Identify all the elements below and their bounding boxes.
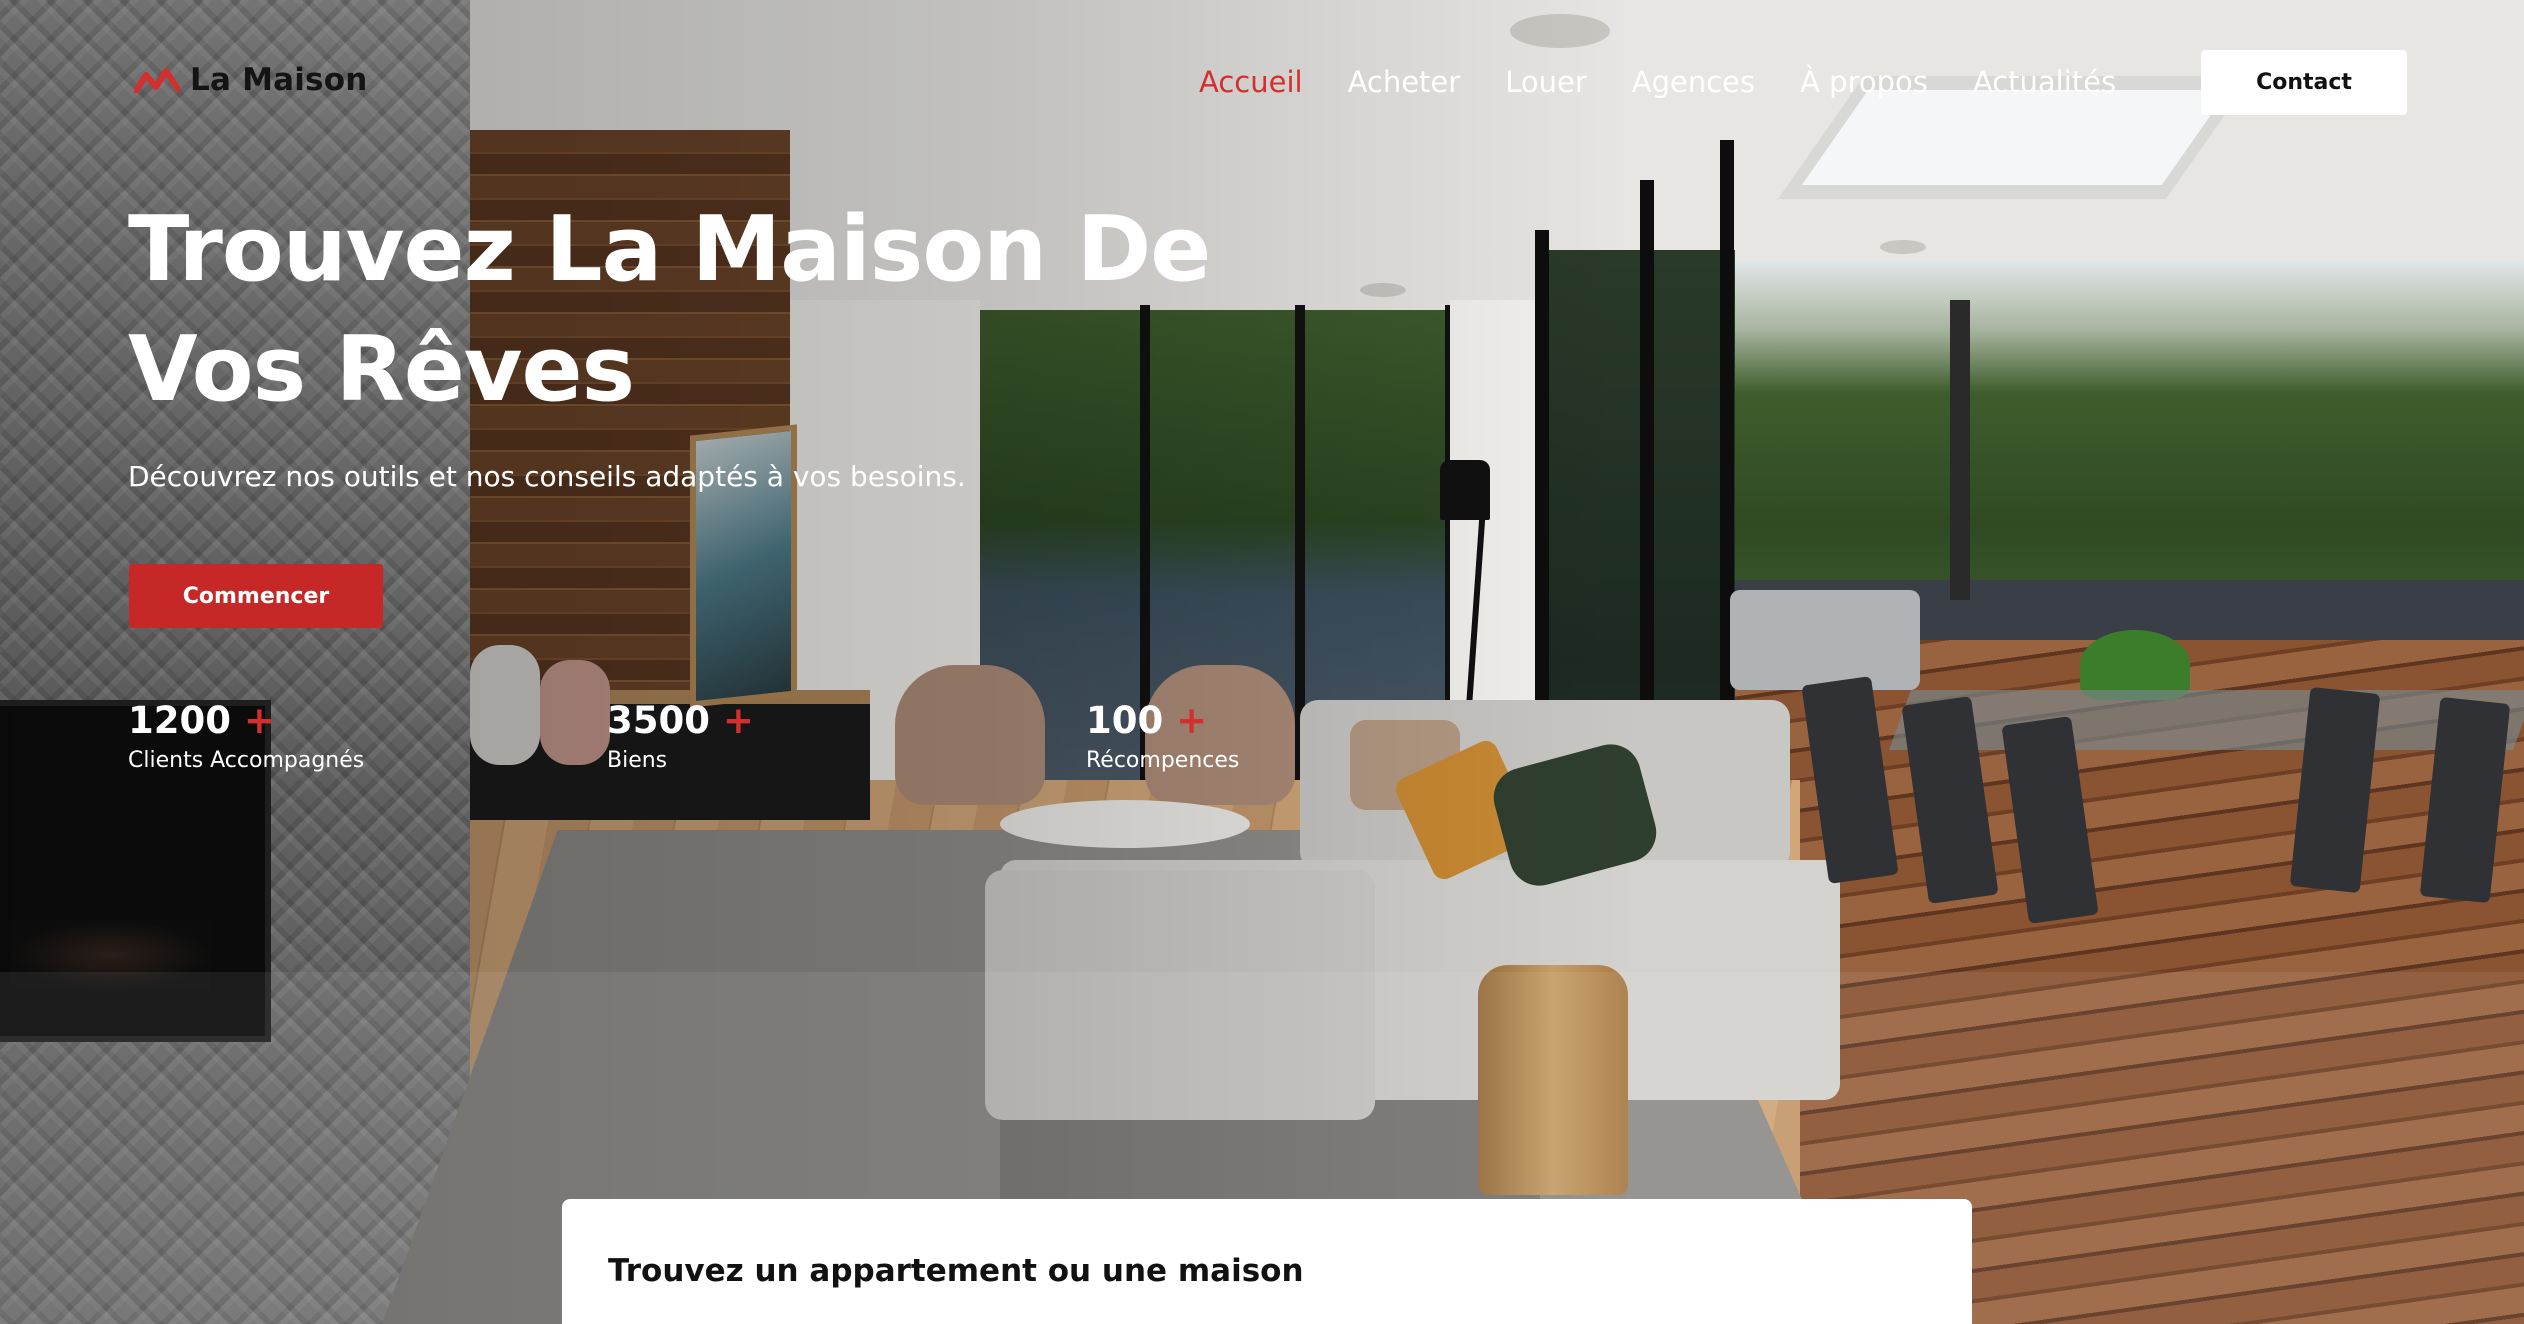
plus-icon: + <box>243 699 275 742</box>
hero-title: Trouvez La Maison De Vos Rêves <box>128 197 1211 422</box>
logo[interactable]: La Maison <box>134 62 367 98</box>
stat-biens: 3500 + Biens <box>607 698 947 773</box>
nav-item-accueil[interactable]: Accueil <box>1199 60 1303 104</box>
stat-clients: 1200 + Clients Accompagnés <box>128 698 468 773</box>
main-nav: Accueil Acheter Louer Agences À propos A… <box>1199 60 2116 104</box>
stat-recompenses: 100 + Récompences <box>1086 698 1426 773</box>
stat-number: 3500 <box>607 699 710 742</box>
nav-item-agences[interactable]: Agences <box>1632 60 1755 104</box>
stat-number: 1200 <box>128 699 231 742</box>
stat-value: 100 + <box>1086 698 1426 744</box>
nav-item-a-propos[interactable]: À propos <box>1800 60 1928 104</box>
stat-label: Récompences <box>1086 748 1240 773</box>
plus-icon: + <box>722 699 754 742</box>
start-button[interactable]: Commencer <box>129 564 383 628</box>
nav-item-acheter[interactable]: Acheter <box>1348 60 1461 104</box>
hero-subtitle: Découvrez nos outils et nos conseils ada… <box>128 460 966 493</box>
logo-text: La Maison <box>190 62 368 98</box>
contact-button[interactable]: Contact <box>2201 50 2407 115</box>
search-card-title: Trouvez un appartement ou une maison <box>608 1253 1304 1289</box>
site-header: La Maison Accueil Acheter Louer Agences … <box>0 0 2524 166</box>
nav-item-louer[interactable]: Louer <box>1505 60 1587 104</box>
stat-number: 100 <box>1086 699 1164 742</box>
nav-item-actualites[interactable]: Actualités <box>1973 60 2116 104</box>
stat-value: 1200 + <box>128 698 468 744</box>
stat-value: 3500 + <box>607 698 947 744</box>
house-roof-icon <box>134 67 180 93</box>
stat-label: Biens <box>607 748 668 773</box>
plus-icon: + <box>1176 699 1208 742</box>
stat-label: Clients Accompagnés <box>128 748 365 773</box>
search-card: Trouvez un appartement ou une maison <box>562 1199 1972 1324</box>
